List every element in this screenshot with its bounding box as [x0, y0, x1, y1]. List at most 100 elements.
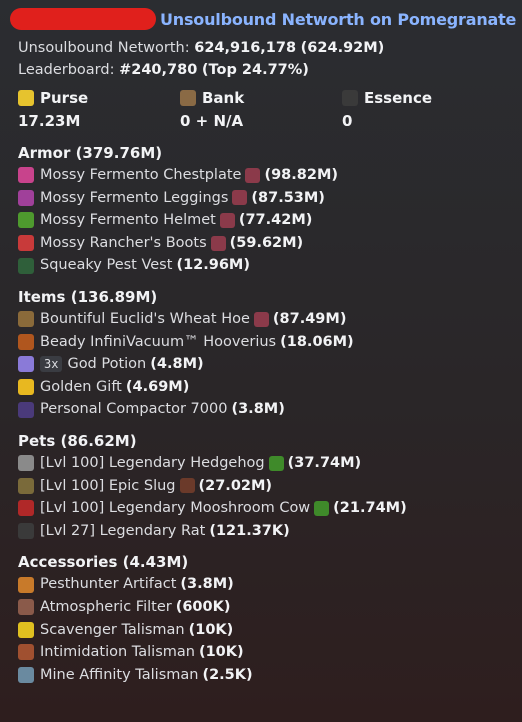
modifier-icon [232, 190, 248, 206]
networth-embed: Unsoulbound Networth on Pomegranate Unso… [0, 0, 522, 722]
mooshroom-icon [18, 500, 34, 517]
scavenger-icon [18, 621, 34, 638]
list-item: Mossy Fermento Chestplate (98.82M) [18, 164, 522, 187]
list-item: Mossy Fermento Helmet (77.42M) [18, 209, 522, 232]
item-value: (87.53M) [251, 189, 325, 206]
section-armor: Armor (379.76M) Mossy Fermento Chestplate… [18, 142, 522, 277]
list-item: [Lvl 100] Legendary Mooshroom Cow (21.74M… [18, 497, 522, 520]
redacted-username [10, 8, 156, 30]
section-title: Accessories (4.43M) [18, 553, 189, 572]
item-value: (121.37K) [209, 522, 290, 539]
item-name: Mine Affinity Talisman [40, 666, 199, 683]
item-name: Atmospheric Filter [40, 598, 172, 615]
stat-value: 0 [342, 112, 353, 130]
item-name: Golden Gift [40, 378, 122, 395]
compactor-icon [18, 401, 34, 418]
vacuum-icon [18, 333, 34, 350]
leaderboard-top: (Top 24.77%) [201, 62, 309, 78]
list-item: Golden Gift (4.69M) [18, 376, 522, 399]
item-value: (77.42M) [238, 212, 313, 229]
chestplate-icon [18, 167, 34, 184]
networth-value: 624,916,178 [194, 40, 297, 56]
item-value: (10K) [198, 644, 244, 661]
golden-gift-icon [18, 379, 34, 396]
hedgehog-icon [18, 455, 34, 472]
list-item: Mine Affinity Talisman (2.5K) [18, 664, 522, 687]
stat-value: 0 + N/A [180, 112, 244, 130]
item-value: (4.8M) [150, 356, 204, 373]
embed-title[interactable]: Unsoulbound Networth on Pomegranate [160, 10, 516, 29]
networth-line: Unsoulbound Networth: 624,916,178 (624.9… [18, 37, 522, 59]
stat-head: Essence [342, 87, 504, 109]
filter-icon [18, 599, 34, 616]
item-name: Mossy Fermento Chestplate [40, 167, 242, 183]
item-name: Bountiful Euclid's Wheat Hoe [40, 310, 250, 327]
networth-label: Unsoulbound Networth: [18, 40, 190, 56]
stat-head: Bank [180, 87, 342, 109]
item-value: (98.82M) [264, 167, 339, 183]
item-value: (27.02M) [198, 477, 273, 494]
item-name: Beady InfiniVacuum™ Hooverius [40, 333, 277, 350]
modifier-icon [314, 500, 330, 516]
item-name: [Lvl 100] Legendary Hedgehog [40, 454, 265, 471]
stat-value: 17.23M [18, 112, 81, 130]
section-title: Armor (379.76M) [18, 144, 163, 162]
list-item: Squeaky Pest Vest (12.96M) [18, 254, 522, 277]
hoe-icon [18, 311, 34, 328]
item-value: (4.69M) [125, 378, 190, 395]
item-name: [Lvl 100] Epic Slug [40, 477, 176, 494]
item-name: Mossy Rancher's Boots [40, 234, 207, 251]
list-item: Personal Compactor 7000 (3.8M) [18, 398, 522, 421]
gold-ingot-icon [18, 90, 34, 106]
intimidation-icon [18, 644, 34, 661]
list-item: Atmospheric Filter (600K) [18, 596, 522, 619]
item-name: Squeaky Pest Vest [40, 257, 173, 274]
modifier-icon [179, 478, 195, 494]
modifier-icon [253, 311, 269, 327]
item-name: Mossy Fermento Helmet [40, 212, 216, 229]
rat-icon [18, 523, 34, 540]
modifier-icon [268, 455, 284, 471]
vest-icon [18, 257, 34, 274]
section-title: Pets (86.62M) [18, 431, 137, 450]
item-value: (3.8M) [231, 401, 285, 418]
section-accessories: Accessories (4.43M) Pesthunter Artifact (3… [18, 551, 522, 686]
item-name: [Lvl 100] Legendary Mooshroom Cow [40, 500, 311, 517]
item-value: (10K) [188, 621, 234, 638]
stat-label: Essence [364, 89, 433, 107]
helmet-icon [18, 212, 34, 229]
item-name: [Lvl 27] Legendary Rat [40, 522, 206, 539]
stat-essence: Essence 0 [342, 87, 504, 133]
boots-icon [18, 235, 34, 252]
networth-short: (624.92M) [300, 40, 385, 56]
pesthunter-icon [18, 576, 34, 593]
stat-label: Purse [40, 89, 89, 107]
item-value: (59.62M) [229, 234, 304, 251]
quantity-badge: 3x [40, 356, 63, 373]
mine-affinity-icon [18, 666, 34, 683]
list-item: [Lvl 27] Legendary Rat (121.37K) [18, 520, 522, 543]
list-item: Beady InfiniVacuum™ Hooverius (18.06M) [18, 331, 522, 354]
item-name: Pesthunter Artifact [40, 576, 177, 593]
leaderboard-line: Leaderboard: #240,780 (Top 24.77%) [18, 59, 522, 81]
leggings-icon [18, 189, 34, 206]
embed-header: Unsoulbound Networth on Pomegranate [10, 8, 522, 30]
stat-head: Purse [18, 87, 180, 109]
list-item: Mossy Fermento Leggings (87.53M) [18, 187, 522, 210]
section-pets: Pets (86.62M) [Lvl 100] Legendary Hedgeho… [18, 430, 522, 542]
leaderboard-label: Leaderboard: [18, 62, 115, 78]
modifier-icon [210, 235, 226, 251]
stats-row: Purse 17.23M Bank 0 + N/A Essence 0 [18, 87, 522, 133]
item-value: (12.96M) [176, 257, 250, 274]
item-name: Personal Compactor 7000 [40, 401, 228, 418]
section-title: Items (136.89M) [18, 287, 158, 306]
item-value: (37.74M) [287, 454, 362, 471]
god-potion-icon [18, 356, 34, 373]
list-item: 3x God Potion (4.8M) [18, 353, 522, 376]
wither-skull-icon [342, 90, 358, 106]
stat-label: Bank [202, 89, 245, 107]
modifier-icon [219, 212, 235, 228]
list-item: Bountiful Euclid's Wheat Hoe (87.49M) [18, 308, 522, 331]
item-name: Intimidation Talisman [40, 644, 195, 661]
bank-chest-icon [180, 90, 196, 106]
